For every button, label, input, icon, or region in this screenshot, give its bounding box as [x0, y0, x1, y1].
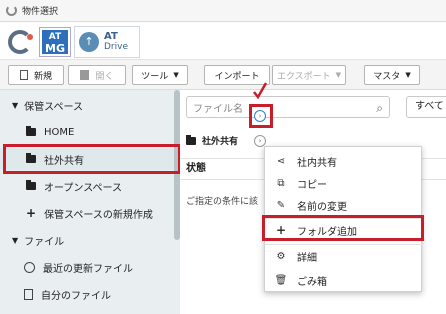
- open-button-label: 開く: [95, 71, 114, 82]
- clock-icon: [24, 261, 35, 273]
- master-label: マスタ: [373, 71, 401, 82]
- search-input[interactable]: ファイル名 ⌕: [186, 96, 390, 118]
- open-icon: [80, 70, 90, 80]
- check-annotation-icon: [253, 82, 267, 100]
- status-header-label: 状態: [186, 163, 206, 174]
- new-document-icon: [19, 70, 28, 80]
- breadcrumb-label: 社外共有: [202, 137, 239, 147]
- new-button[interactable]: 新規: [8, 65, 64, 85]
- folder-icon: [186, 134, 196, 145]
- highlight-add-folder: [262, 215, 424, 241]
- edit-icon: ✎: [276, 199, 286, 211]
- caret-down-icon: ▼: [335, 71, 342, 79]
- trash-icon: 🗑: [274, 274, 288, 286]
- sidebar-item-home[interactable]: HOME: [0, 121, 174, 143]
- app-bar: AT MG ↑ AT Drive: [0, 22, 446, 60]
- brand-logo-icon[interactable]: [8, 30, 33, 54]
- atmg-app-button[interactable]: AT MG: [40, 28, 70, 56]
- caret-down-icon: ▼: [173, 71, 179, 79]
- folder-icon: [26, 180, 36, 190]
- master-dropdown[interactable]: マスタ ▼: [364, 65, 420, 85]
- sidebar: ▼ 保管スペース HOME 社外共有 オープンスペース + 保管スペースの新規作…: [0, 90, 180, 314]
- menu-item-trash[interactable]: 🗑 ごみ箱: [265, 269, 423, 291]
- filter-label: すべて: [415, 101, 444, 112]
- sidebar-item-label: 最近の更新ファイル: [43, 263, 133, 275]
- copy-icon: ⧉: [277, 177, 285, 189]
- menu-item-label: コピー: [297, 179, 327, 191]
- sidebar-section-label: 保管スペース: [24, 101, 83, 113]
- atdrive-label-top: AT: [104, 31, 118, 42]
- atdrive-app-button[interactable]: ↑ AT Drive: [74, 26, 140, 58]
- sidebar-item-my-files[interactable]: 自分のファイル: [0, 283, 174, 305]
- menu-item-copy[interactable]: ⧉ コピー: [265, 172, 423, 194]
- folder-icon: [26, 126, 36, 136]
- sidebar-item-recent-files[interactable]: 最近の更新ファイル: [0, 256, 174, 278]
- sidebar-item-label: 自分のファイル: [41, 290, 111, 302]
- cloud-upload-icon: ↑: [79, 32, 99, 52]
- search-icon[interactable]: ⌕: [376, 101, 383, 116]
- gear-icon: ⚙: [276, 250, 286, 262]
- sidebar-item-new-storage[interactable]: + 保管スペースの新規作成: [0, 202, 174, 224]
- menu-item-label: 詳細: [297, 252, 317, 264]
- highlight-shared-external: [3, 144, 181, 174]
- window-titlebar: 物件選択: [0, 0, 446, 22]
- sidebar-section-storage[interactable]: ▼ 保管スペース: [0, 94, 174, 116]
- tools-dropdown[interactable]: ツール ▼: [132, 65, 188, 85]
- tools-label: ツール: [141, 71, 169, 82]
- menu-item-rename[interactable]: ✎ 名前の変更: [265, 194, 423, 216]
- breadcrumb: 社外共有: [186, 134, 238, 147]
- atdrive-label-bottom: Drive: [104, 42, 128, 52]
- sidebar-section-files[interactable]: ▼ ファイル: [0, 229, 174, 251]
- search-placeholder: ファイル名: [193, 103, 243, 115]
- window-title: 物件選択: [22, 7, 59, 17]
- menu-item-label: ごみ箱: [297, 276, 327, 288]
- sidebar-item-label: 保管スペースの新規作成: [44, 209, 153, 221]
- share-icon: ⋖: [276, 155, 286, 167]
- app-window-icon: [6, 5, 17, 16]
- export-label: エクスポート: [276, 71, 331, 82]
- expand-triangle-icon: ▼: [12, 235, 19, 245]
- sidebar-section-label: ファイル: [24, 236, 65, 248]
- sidebar-item-label: オープンスペース: [44, 182, 122, 194]
- menu-item-label: 社内共有: [297, 157, 337, 169]
- atmg-label-bottom: MG: [45, 42, 65, 55]
- menu-item-internal-share[interactable]: ⋖ 社内共有: [265, 150, 423, 172]
- sidebar-item-label: HOME: [44, 126, 75, 138]
- menu-item-label: 名前の変更: [297, 201, 347, 213]
- toolbar: 新規 開く ツール ▼ インポート エクスポート ▼ マスタ ▼: [0, 60, 446, 90]
- plus-icon: +: [26, 206, 37, 220]
- empty-message: ご指定の条件に該: [186, 197, 259, 207]
- menu-item-details[interactable]: ⚙ 詳細: [265, 245, 423, 267]
- new-button-label: 新規: [33, 71, 52, 82]
- sidebar-item-open-space[interactable]: オープンスペース: [0, 175, 174, 197]
- import-label: インポート: [214, 71, 260, 82]
- export-dropdown[interactable]: エクスポート ▼: [272, 65, 346, 85]
- file-icon: [24, 288, 33, 300]
- expand-triangle-icon: ▼: [12, 100, 19, 110]
- open-button[interactable]: 開く: [68, 65, 126, 85]
- highlight-chevron-button: [249, 104, 273, 128]
- caret-down-icon: ▼: [405, 71, 411, 79]
- filter-dropdown[interactable]: すべて: [406, 96, 446, 118]
